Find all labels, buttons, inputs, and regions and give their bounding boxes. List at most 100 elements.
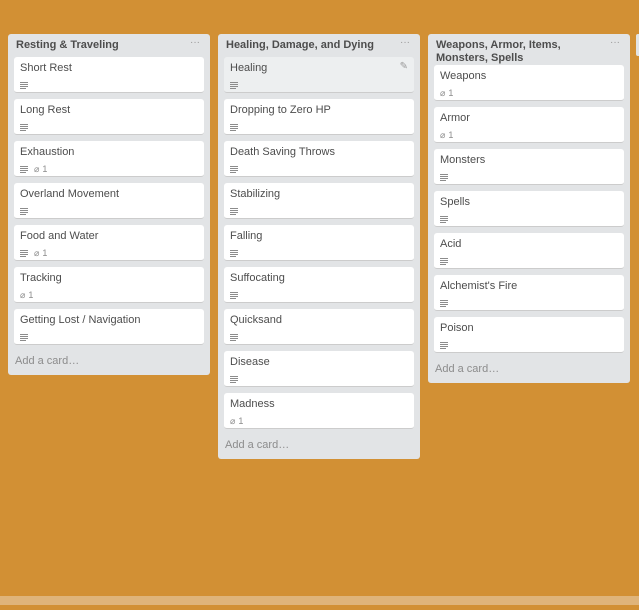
description-badge [440,341,448,349]
list-menu-ellipsis-icon[interactable]: ··· [190,38,202,48]
card-badges [20,121,198,133]
card-badges: ⌀ 1 [230,415,408,427]
card-title: Stabilizing [230,188,281,200]
description-icon [20,207,28,215]
card[interactable]: Getting Lost / Navigation [14,309,204,345]
card[interactable]: Weapons ⌀ 1 [434,65,624,101]
card-badges [230,121,408,133]
attachment-count: 1 [238,416,244,426]
card[interactable]: Food and Water ⌀ 1 [14,225,204,261]
card[interactable]: Short Rest [14,57,204,93]
paperclip-icon: ⌀ [440,129,446,140]
attachment-badge: ⌀ 1 [34,248,47,259]
card[interactable]: Disease [224,351,414,387]
description-icon [230,375,238,383]
card-title: Overland Movement [20,188,120,200]
card[interactable]: Death Saving Throws [224,141,414,177]
card[interactable]: Armor ⌀ 1 [434,107,624,143]
description-icon [20,123,28,131]
card-title: Monsters [440,154,486,166]
card-badges [440,171,618,183]
card[interactable]: Quicksand [224,309,414,345]
description-badge [20,123,28,131]
card-title: Tracking [20,272,62,284]
list-title[interactable]: Resting & Traveling [16,39,119,52]
list-title[interactable]: Weapons, Armor, Items, Monsters, Spells [436,39,610,65]
card-title: Spells [440,196,470,208]
card-title: Weapons [440,70,487,82]
description-icon [440,173,448,181]
attachment-count: 1 [42,164,48,174]
card-badges: ⌀ 1 [20,163,198,175]
list-header: Weapons, Armor, Items, Monsters, Spells ·… [434,34,624,65]
card[interactable]: Tracking ⌀ 1 [14,267,204,303]
card[interactable]: Overland Movement [14,183,204,219]
list-header: Resting & Traveling ··· [14,34,204,57]
card-badges [440,255,618,267]
card-badges [20,331,198,343]
pencil-icon[interactable]: ✎ [400,61,408,72]
attachment-badge: ⌀ 1 [440,88,453,99]
card-title: Dropping to Zero HP [230,104,331,116]
card-badges [440,297,618,309]
card-title: Quicksand [230,314,282,326]
card-title: Alchemist's Fire [440,280,518,292]
list-menu-ellipsis-icon[interactable]: ··· [610,38,622,48]
card[interactable]: Dropping to Zero HP [224,99,414,135]
description-icon [20,165,28,173]
card-badges [230,331,408,343]
description-icon [440,215,448,223]
list-header: Healing, Damage, and Dying ··· [224,34,414,57]
card-badges [440,339,618,351]
card[interactable]: Monsters [434,149,624,185]
card[interactable]: Long Rest [14,99,204,135]
description-icon [20,249,28,257]
description-badge [230,249,238,257]
description-icon [440,299,448,307]
card[interactable]: Exhaustion ⌀ 1 [14,141,204,177]
card-title: Armor [440,112,470,124]
card[interactable]: Madness ⌀ 1 [224,393,414,429]
card-badges [230,247,408,259]
description-icon [20,333,28,341]
description-badge [230,333,238,341]
card-title: Short Rest [20,62,72,74]
attachment-count: 1 [448,130,454,140]
description-icon [230,291,238,299]
card-title: Disease [230,356,270,368]
card[interactable]: Poison [434,317,624,353]
card-badges [230,289,408,301]
card-badges: ⌀ 1 [440,87,618,99]
description-icon [20,81,28,89]
description-badge [440,215,448,223]
card-title: Death Saving Throws [230,146,335,158]
add-card-link[interactable]: Add a card… [224,435,414,459]
attachment-badge: ⌀ 1 [34,164,47,175]
add-card-link[interactable]: Add a card… [434,359,624,383]
description-badge [20,207,28,215]
description-badge [440,257,448,265]
card[interactable]: Falling [224,225,414,261]
paperclip-icon: ⌀ [34,163,40,174]
card-title: Healing [230,62,268,74]
attachment-count: 1 [42,248,48,258]
card-title: Poison [440,322,474,334]
card[interactable]: Acid [434,233,624,269]
card[interactable]: Suffocating [224,267,414,303]
card[interactable]: Stabilizing [224,183,414,219]
list-menu-ellipsis-icon[interactable]: ··· [400,38,412,48]
card-title: Falling [230,230,263,242]
card-badges [230,373,408,385]
description-icon [230,165,238,173]
card-title: Acid [440,238,462,250]
attachment-count: 1 [448,88,454,98]
list-title[interactable]: Healing, Damage, and Dying [226,39,374,52]
card[interactable]: Spells [434,191,624,227]
add-card-link[interactable]: Add a card… [14,351,204,375]
card[interactable]: Alchemist's Fire [434,275,624,311]
card-badges [230,205,408,217]
card[interactable]: Healing ✎ [224,57,414,93]
card-title: Exhaustion [20,146,75,158]
board-horizontal-scrollbar[interactable] [0,596,639,605]
description-icon [440,257,448,265]
